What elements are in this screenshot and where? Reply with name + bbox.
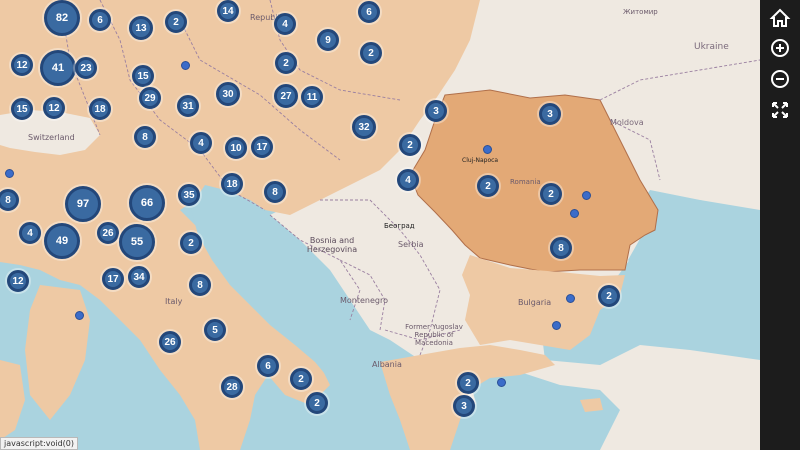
place-label: Bulgaria xyxy=(518,298,552,307)
cluster-marker[interactable]: 2 xyxy=(290,368,312,390)
point-marker[interactable] xyxy=(582,191,591,200)
cluster-marker[interactable]: 4 xyxy=(274,13,296,35)
point-marker[interactable] xyxy=(552,321,561,330)
status-link-text: javascript:void(0) xyxy=(0,437,79,450)
map-view[interactable]: Ukraine Moldova Switzerland Romania Bosnia a… xyxy=(0,0,760,450)
cluster-marker[interactable]: 6 xyxy=(358,1,380,23)
place-label: Bosnia and Herzegovina xyxy=(306,236,358,254)
cluster-marker[interactable]: 4 xyxy=(19,222,41,244)
place-label: Italy xyxy=(165,297,183,306)
place-label: Београд xyxy=(384,222,415,230)
cluster-marker[interactable]: 30 xyxy=(216,82,240,106)
place-label: Ukraine xyxy=(694,42,729,52)
point-marker[interactable] xyxy=(5,169,14,178)
zoom-out-icon[interactable] xyxy=(768,67,792,91)
cluster-marker[interactable]: 15 xyxy=(11,98,33,120)
point-marker[interactable] xyxy=(570,209,579,218)
cluster-marker[interactable]: 11 xyxy=(301,86,323,108)
cluster-marker[interactable]: 6 xyxy=(257,355,279,377)
cluster-marker[interactable]: 2 xyxy=(399,134,421,156)
cluster-marker[interactable]: 14 xyxy=(217,0,239,22)
place-label: Житомир xyxy=(623,8,658,16)
cluster-marker[interactable]: 12 xyxy=(43,97,65,119)
cluster-marker[interactable]: 15 xyxy=(132,65,154,87)
cluster-marker[interactable]: 2 xyxy=(306,392,328,414)
cluster-marker[interactable]: 49 xyxy=(44,223,80,259)
cluster-marker[interactable]: 2 xyxy=(165,11,187,33)
cluster-marker[interactable]: 26 xyxy=(159,331,181,353)
cluster-marker[interactable]: 3 xyxy=(425,100,447,122)
cluster-marker[interactable]: 29 xyxy=(139,87,161,109)
cluster-marker[interactable]: 2 xyxy=(275,52,297,74)
map-toolbar xyxy=(760,0,800,450)
cluster-marker[interactable]: 82 xyxy=(44,0,80,36)
place-label: Serbia xyxy=(398,240,424,249)
cluster-marker[interactable]: 10 xyxy=(225,137,247,159)
cluster-marker[interactable]: 17 xyxy=(251,136,273,158)
cluster-marker[interactable]: 66 xyxy=(129,185,165,221)
cluster-marker[interactable]: 41 xyxy=(40,50,76,86)
cluster-marker[interactable]: 35 xyxy=(178,184,200,206)
cluster-marker[interactable]: 2 xyxy=(598,285,620,307)
cluster-marker[interactable]: 4 xyxy=(190,132,212,154)
point-marker[interactable] xyxy=(75,311,84,320)
cluster-marker[interactable]: 2 xyxy=(457,372,479,394)
cluster-marker[interactable]: 2 xyxy=(360,42,382,64)
place-label: Albania xyxy=(372,360,402,369)
cluster-marker[interactable]: 8 xyxy=(550,237,572,259)
cluster-marker[interactable]: 8 xyxy=(134,126,156,148)
point-marker[interactable] xyxy=(497,378,506,387)
point-marker[interactable] xyxy=(566,294,575,303)
place-label: Montenegro xyxy=(340,296,389,305)
cluster-marker[interactable]: 55 xyxy=(119,224,155,260)
cluster-marker[interactable]: 12 xyxy=(7,270,29,292)
cluster-marker[interactable]: 32 xyxy=(352,115,376,139)
cluster-marker[interactable]: 2 xyxy=(180,232,202,254)
cluster-marker[interactable]: 8 xyxy=(264,181,286,203)
cluster-marker[interactable]: 18 xyxy=(89,98,111,120)
cluster-marker[interactable]: 6 xyxy=(89,9,111,31)
home-icon[interactable] xyxy=(768,6,792,30)
cluster-marker[interactable]: 34 xyxy=(128,266,150,288)
cluster-marker[interactable]: 3 xyxy=(539,103,561,125)
point-marker[interactable] xyxy=(181,61,190,70)
cluster-marker[interactable]: 2 xyxy=(540,183,562,205)
place-label: Switzerland xyxy=(28,133,75,142)
cluster-marker[interactable]: 26 xyxy=(97,222,119,244)
cluster-marker[interactable]: 9 xyxy=(317,29,339,51)
cluster-marker[interactable]: 18 xyxy=(221,173,243,195)
zoom-in-icon[interactable] xyxy=(768,36,792,60)
place-label: Former Yugoslav Republic of Macedonia xyxy=(405,323,463,347)
cluster-marker[interactable]: 8 xyxy=(189,274,211,296)
cluster-marker[interactable]: 23 xyxy=(75,57,97,79)
cluster-marker[interactable]: 97 xyxy=(65,186,101,222)
place-label: Romania xyxy=(510,178,541,186)
cluster-marker[interactable]: 31 xyxy=(177,95,199,117)
cluster-marker[interactable]: 27 xyxy=(274,84,298,108)
place-label: Moldova xyxy=(610,118,644,127)
cluster-marker[interactable]: 4 xyxy=(397,169,419,191)
fullscreen-icon[interactable] xyxy=(768,98,792,122)
place-label: Cluj-Napoca xyxy=(462,157,499,164)
point-marker[interactable] xyxy=(483,145,492,154)
cluster-marker[interactable]: 12 xyxy=(11,54,33,76)
cluster-marker[interactable]: 17 xyxy=(102,268,124,290)
cluster-marker[interactable]: 13 xyxy=(129,16,153,40)
cluster-marker[interactable]: 5 xyxy=(204,319,226,341)
cluster-marker[interactable]: 2 xyxy=(477,175,499,197)
cluster-marker[interactable]: 3 xyxy=(453,395,475,417)
cluster-marker[interactable]: 28 xyxy=(221,376,243,398)
